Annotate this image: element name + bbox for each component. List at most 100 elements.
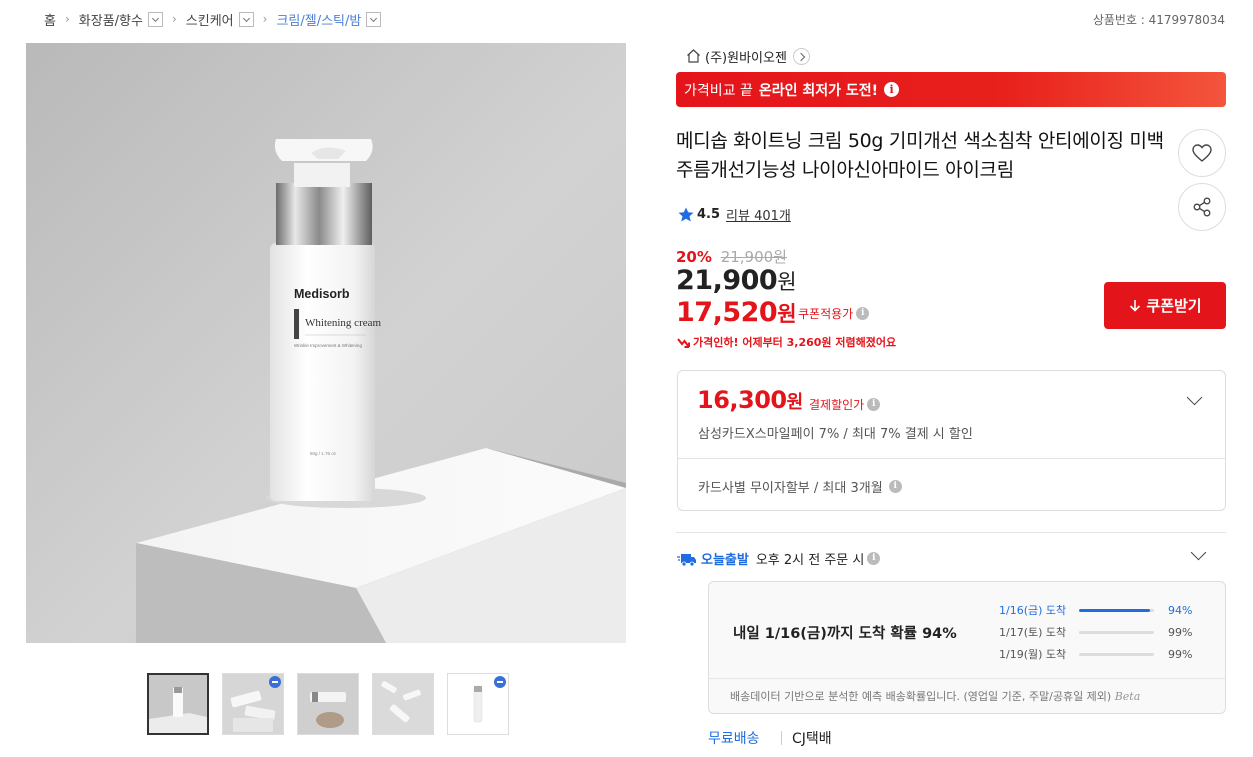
product-photo: Medisorb Whitening cream Wrinkle Improve… (26, 43, 626, 643)
probability-percent: 94% (1168, 603, 1193, 617)
bottle-volume-text: 50g / 1.76 oz (310, 451, 337, 456)
promo-prefix: 가격비교 끝 (684, 82, 753, 99)
original-price: 21,900원 (720, 248, 787, 266)
store-home-icon (687, 49, 700, 63)
chevron-down-icon[interactable] (238, 11, 254, 27)
promo-highlight: 온라인 최저가 도전! (758, 82, 879, 99)
chevron-down-icon[interactable] (147, 11, 163, 27)
video-badge-icon (269, 676, 281, 688)
payment-price-unit: 원 (786, 392, 804, 413)
divider (781, 731, 782, 745)
delivery-probability-list: 1/16(금) 도착 94% 1/17(토) 도착 99% 1/19(월) 도착 99% (999, 599, 1192, 665)
download-icon (1130, 299, 1141, 312)
rating-score: 4.5 (697, 207, 721, 222)
thumbnail-image (149, 675, 207, 733)
probability-bar (1079, 652, 1154, 656)
get-coupon-label: 쿠폰받기 (1146, 297, 1202, 315)
info-icon[interactable]: i (867, 552, 881, 565)
sale-price-unit: 원 (777, 270, 797, 294)
discount-line: 20% 21,900원 (676, 246, 787, 267)
delivery-headline: 내일 1/16(금)까지 도착 확률 94% (733, 626, 957, 642)
thumbnail-image (298, 674, 358, 734)
seller-name: (주)원바이오젠 (705, 50, 787, 66)
breadcrumb-category-2[interactable]: 스킨케어 (186, 10, 234, 29)
delivery-date: 1/19(월) 도착 (999, 648, 1067, 661)
delivery-date: 1/16(금) 도착 (999, 604, 1067, 617)
chevron-down-icon[interactable] (1186, 389, 1203, 406)
coupon-price-value: 17,520 (676, 297, 778, 328)
divider (676, 532, 1226, 533)
installment-text: 카드사별 무이자할부 / 최대 3개월 (698, 481, 883, 496)
bottle-product-text: Whitening cream (305, 317, 381, 329)
get-coupon-button[interactable]: 쿠폰받기 (1104, 282, 1226, 329)
installment-info: 카드사별 무이자할부 / 최대 3개월 i (698, 477, 902, 496)
thumbnail-1[interactable] (147, 673, 209, 735)
fast-shipping-icon (677, 553, 696, 566)
probability-bar (1079, 608, 1154, 612)
coupon-price-label: 쿠폰적용가 i (798, 305, 870, 322)
divider (678, 458, 1225, 459)
info-icon[interactable]: i (888, 480, 902, 493)
chevron-right-icon (792, 47, 810, 65)
bottle-sub-text: Wrinkle Improvement & Whitening (294, 343, 362, 348)
thumbnail-4[interactable] (372, 673, 434, 735)
delivery-probability-panel: 내일 1/16(금)까지 도착 확률 94% 1/16(금) 도착 94% 1/17… (708, 581, 1226, 714)
breadcrumb-category-3[interactable]: 크림/젤/스틱/밤 (276, 10, 361, 29)
probability-bar-fill (1079, 608, 1150, 612)
breadcrumb-home[interactable]: 홈 (44, 10, 56, 29)
discount-percent: 20% (676, 248, 712, 266)
breadcrumb-separator: › (171, 12, 177, 26)
lowest-price-banner[interactable]: 가격비교 끝 온라인 최저가 도전! i (676, 72, 1226, 107)
sale-price-value: 21,900 (676, 265, 778, 296)
dispatch-cutoff: 오후 2시 전 주문 시 (755, 553, 865, 568)
breadcrumb-category-1[interactable]: 화장품/향수 (79, 10, 143, 29)
delivery-date: 1/17(토) 도착 (999, 626, 1067, 639)
payment-price: 16,300원 (697, 386, 803, 414)
chevron-down-icon[interactable] (366, 11, 382, 27)
breadcrumb-separator: › (64, 12, 70, 26)
price-drop-text: 가격인하! 어제부터 3,260원 저렴해졌어요 (693, 336, 897, 349)
payment-discount-panel[interactable]: 16,300원 결제할인가 i 삼성카드X스마일페이 7% / 최대 7% 결제… (677, 370, 1226, 511)
info-icon[interactable]: i (867, 398, 881, 411)
coupon-price-unit: 원 (777, 302, 797, 326)
courier-name: CJ택배 (792, 731, 832, 747)
payment-price-label: 결제할인가 i (809, 396, 881, 413)
sale-price: 21,900원 (676, 265, 797, 296)
delivery-probability-row: 1/19(월) 도착 99% (999, 643, 1192, 665)
free-shipping-label: 무료배송 (708, 731, 760, 747)
delivery-note: 배송데이터 기반으로 분석한 예측 배송확률입니다. (영업일 기준, 주말/공… (730, 688, 1140, 704)
thumbnail-2[interactable] (222, 673, 284, 735)
shipping-header: 오늘출발 오후 2시 전 주문 시 i (677, 549, 881, 568)
bottle-brand-text: Medisorb (294, 287, 350, 301)
delivery-note-text: 배송데이터 기반으로 분석한 예측 배송확률입니다. (영업일 기준, 주말/공… (730, 690, 1112, 703)
share-button[interactable] (1178, 183, 1226, 231)
price-drop-icon (677, 337, 690, 348)
probability-bar (1079, 630, 1154, 634)
review-count-link[interactable]: 리뷰 401개 (726, 205, 791, 224)
probability-percent: 99% (1168, 625, 1193, 639)
rating-summary: 4.5 리뷰 401개 (678, 205, 791, 224)
thumbnail-5[interactable] (447, 673, 509, 735)
info-icon[interactable]: i (856, 307, 870, 320)
product-title: 메디솝 화이트닝 크림 50g 기미개선 색소침착 안티에이징 미백주름개선기능… (676, 130, 1164, 181)
price-drop-note: 가격인하! 어제부터 3,260원 저렴해졌어요 (677, 334, 896, 350)
beta-label: Beta (1114, 690, 1141, 703)
divider (709, 678, 1225, 679)
product-main-image[interactable]: Medisorb Whitening cream Wrinkle Improve… (26, 43, 626, 643)
info-icon[interactable]: i (884, 82, 900, 97)
coupon-label-text: 쿠폰적용가 (798, 307, 854, 321)
thumbnail-3[interactable] (297, 673, 359, 735)
payment-label-text: 결제할인가 (809, 398, 865, 412)
payment-price-value: 16,300 (697, 386, 787, 414)
probability-percent: 99% (1168, 647, 1193, 661)
breadcrumb: 홈 › 화장품/향수 › 스킨케어 › 크림/젤/스틱/밤 (44, 10, 382, 29)
star-icon (678, 207, 694, 222)
seller-link[interactable]: (주)원바이오젠 (686, 46, 810, 66)
wishlist-button[interactable] (1178, 129, 1226, 177)
product-number: 상품번호 : 4179978034 (1092, 13, 1225, 27)
thumbnail-image (373, 674, 433, 734)
heart-icon (1192, 144, 1212, 162)
chevron-down-icon[interactable] (1190, 544, 1207, 561)
video-badge-icon (494, 676, 506, 688)
thumbnail-strip (147, 673, 509, 735)
